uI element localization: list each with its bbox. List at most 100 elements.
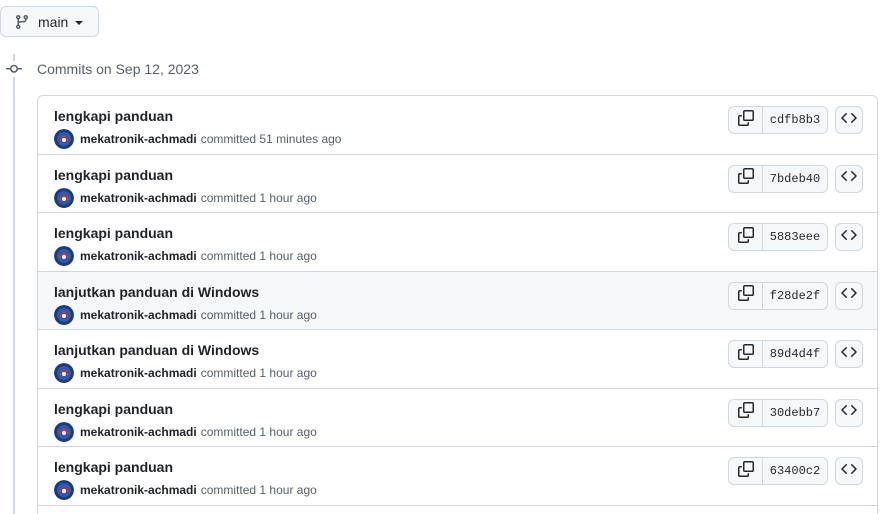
- copy-sha-button[interactable]: [729, 399, 763, 426]
- commit-author-link[interactable]: mekatronik-achmadi: [80, 366, 197, 380]
- timeline-line: [13, 54, 15, 514]
- copy-icon: [737, 109, 754, 131]
- commit-action-text: committed: [200, 366, 257, 380]
- avatar[interactable]: [54, 480, 74, 500]
- commit-time: 1 hour ago: [259, 190, 317, 205]
- code-icon: [841, 285, 857, 306]
- commit-title-link[interactable]: lengkapi panduan: [54, 166, 173, 184]
- copy-icon: [737, 285, 754, 306]
- commit-title-link[interactable]: lengkapi panduan: [54, 400, 173, 418]
- copy-icon: [737, 460, 754, 482]
- code-icon: [841, 168, 857, 189]
- commit-row: lanjutkan panduan di Windows mekatronik-…: [38, 271, 877, 330]
- copy-sha-button[interactable]: [729, 224, 763, 250]
- commit-author-link[interactable]: mekatronik-achmadi: [80, 425, 197, 439]
- copy-sha-button[interactable]: [729, 341, 763, 367]
- commit-sha-link[interactable]: 5883eee: [763, 224, 827, 250]
- sha-button-group: cdfb8b3: [728, 106, 828, 134]
- commit-meta: mekatronik-achmadi committed 1 hour ago: [54, 246, 317, 266]
- browse-repo-button[interactable]: [835, 223, 863, 251]
- commit-list: lengkapi panduan mekatronik-achmadi comm…: [37, 95, 878, 514]
- commit-sha-link[interactable]: cdfb8b3: [763, 107, 827, 133]
- avatar[interactable]: [54, 421, 74, 442]
- commit-title-link[interactable]: lengkapi panduan: [54, 224, 173, 242]
- commit-meta: mekatronik-achmadi committed 1 hour ago: [54, 304, 317, 325]
- copy-sha-button[interactable]: [729, 282, 763, 309]
- commit-time: 1 hour ago: [259, 249, 317, 263]
- commit-action-text: committed: [200, 307, 257, 322]
- commit-sha-link[interactable]: 63400c2: [763, 458, 827, 484]
- copy-icon: [737, 402, 754, 423]
- sha-button-group: 7bdeb40: [728, 164, 828, 193]
- sha-button-group: 63400c2: [728, 457, 828, 485]
- commit-title-link[interactable]: lengkapi panduan: [54, 458, 173, 476]
- code-icon: [841, 402, 857, 423]
- commit-title-link[interactable]: lengkapi panduan: [54, 107, 173, 125]
- commit-time: 51 minutes ago: [259, 132, 342, 146]
- commit-row: lanjutkan panduan di Windows mekatronik-…: [38, 330, 877, 389]
- commit-action-text: committed: [200, 190, 257, 205]
- copy-sha-button[interactable]: [729, 107, 763, 133]
- avatar[interactable]: [54, 304, 74, 325]
- copy-icon: [737, 343, 754, 365]
- commit-time: 1 hour ago: [259, 483, 317, 497]
- commit-action-text: committed: [200, 483, 257, 497]
- commit-row: lengkapi panduan mekatronik-achmadi comm…: [38, 388, 877, 447]
- commit-sha-link[interactable]: 30debb7: [763, 400, 827, 426]
- commit-time: 1 hour ago: [259, 424, 317, 439]
- avatar[interactable]: [54, 129, 74, 149]
- browse-repo-button[interactable]: [835, 457, 863, 485]
- commit-sha-link[interactable]: f28de2f: [763, 283, 827, 309]
- browse-repo-button[interactable]: [835, 164, 863, 193]
- commit-author-link[interactable]: mekatronik-achmadi: [80, 308, 197, 322]
- commit-action-text: committed: [200, 424, 257, 439]
- commit-author-link[interactable]: mekatronik-achmadi: [80, 132, 197, 146]
- avatar[interactable]: [54, 246, 74, 266]
- commit-action-text: committed: [200, 249, 257, 263]
- commit-meta: mekatronik-achmadi committed 1 hour ago: [54, 187, 317, 208]
- commit-time: 1 hour ago: [259, 307, 317, 322]
- commits-page: main Commits on Sep 12, 2023 lengkapi pa…: [0, 0, 893, 514]
- sha-button-group: 30debb7: [728, 398, 828, 427]
- code-icon: [841, 461, 857, 482]
- chevron-down-icon: [75, 20, 84, 25]
- commit-sha-link[interactable]: 89d4d4f: [763, 341, 827, 367]
- copy-icon: [737, 226, 754, 248]
- commit-title-link[interactable]: lanjutkan panduan di Windows: [54, 283, 259, 301]
- commit-row: lengkapi panduan mekatronik-achmadi comm…: [38, 447, 877, 506]
- code-icon: [841, 110, 857, 131]
- branch-name: main: [38, 13, 69, 30]
- commit-row: lengkapi panduan mekatronik-achmadi comm…: [38, 96, 877, 155]
- avatar[interactable]: [54, 187, 74, 208]
- copy-sha-button[interactable]: [729, 165, 763, 192]
- commit-sha-link[interactable]: 7bdeb40: [763, 166, 827, 192]
- commit-meta: mekatronik-achmadi committed 1 hour ago: [54, 480, 317, 500]
- sha-button-group: 89d4d4f: [728, 340, 828, 368]
- commit-meta: mekatronik-achmadi committed 51 minutes …: [54, 129, 341, 149]
- browse-repo-button[interactable]: [835, 398, 863, 427]
- browse-repo-button[interactable]: [835, 340, 863, 368]
- code-icon: [841, 227, 857, 248]
- commit-row: lengkapi panduan mekatronik-achmadi comm…: [38, 213, 877, 272]
- commit-meta: mekatronik-achmadi committed 1 hour ago: [54, 421, 317, 442]
- commit-author-link[interactable]: mekatronik-achmadi: [80, 249, 197, 263]
- browse-repo-button[interactable]: [835, 106, 863, 134]
- git-commit-icon: [5, 61, 23, 77]
- commit-time: 1 hour ago: [259, 366, 317, 380]
- sha-button-group: 5883eee: [728, 223, 828, 251]
- commit-action-text: committed: [200, 132, 257, 146]
- copy-icon: [737, 168, 754, 189]
- commit-author-link[interactable]: mekatronik-achmadi: [80, 191, 197, 205]
- commit-row: lengkapi panduan mekatronik-achmadi comm…: [38, 154, 877, 213]
- sha-button-group: f28de2f: [728, 281, 828, 310]
- commit-meta: mekatronik-achmadi committed 1 hour ago: [54, 363, 317, 383]
- commit-title-link[interactable]: lanjutkan panduan di Windows: [54, 341, 259, 359]
- browse-repo-button[interactable]: [835, 281, 863, 310]
- avatar[interactable]: [54, 363, 74, 383]
- git-branch-icon: [14, 14, 30, 30]
- commits-date-heading: Commits on Sep 12, 2023: [37, 61, 199, 77]
- branch-selector-button[interactable]: main: [0, 6, 99, 37]
- code-icon: [841, 344, 857, 365]
- copy-sha-button[interactable]: [729, 458, 763, 484]
- commit-author-link[interactable]: mekatronik-achmadi: [80, 483, 197, 497]
